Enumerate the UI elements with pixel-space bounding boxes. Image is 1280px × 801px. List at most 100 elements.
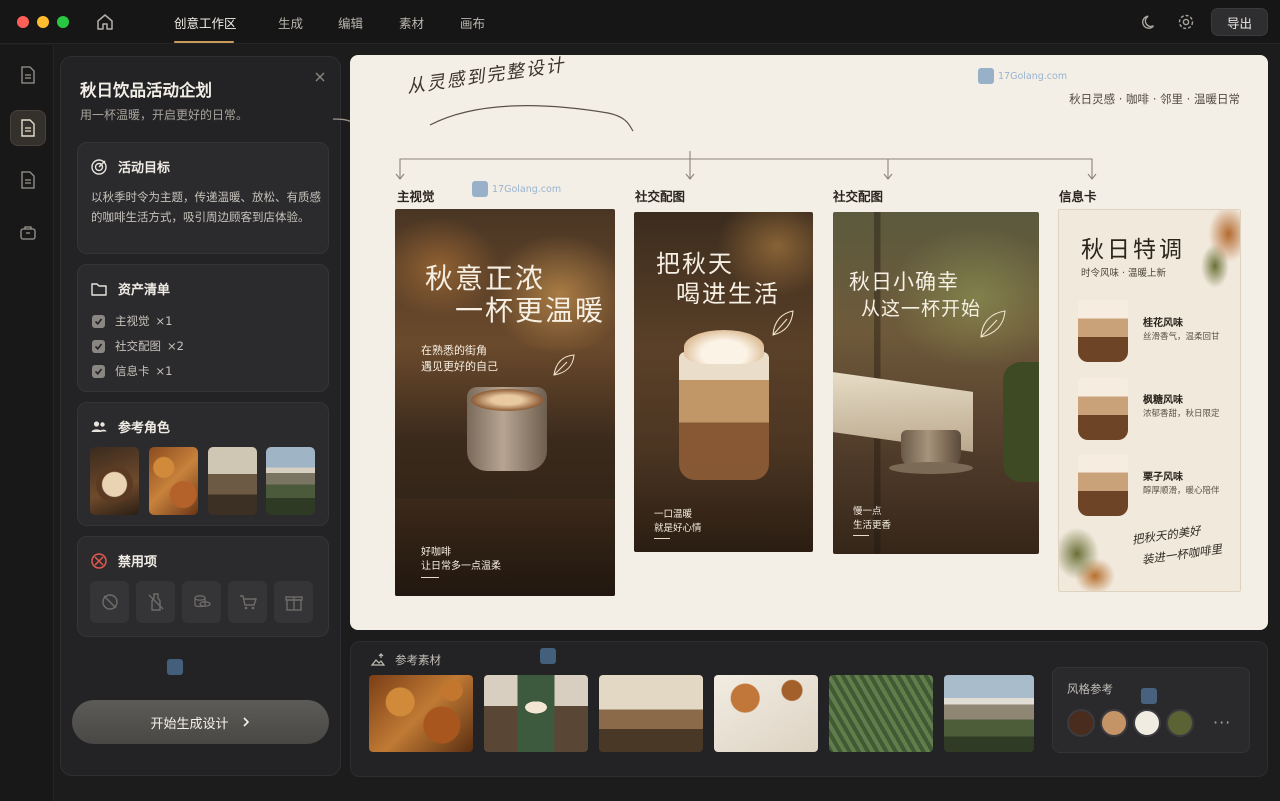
start-generate-label: 开始生成设计 [150, 716, 229, 732]
reference-image-cafe-interior[interactable] [208, 447, 257, 515]
rail-document-icon[interactable] [10, 57, 46, 93]
divider [853, 535, 869, 536]
goal-heading-label: 活动目标 [118, 161, 171, 176]
asset-item[interactable]: 社交配图 ×2 [92, 338, 184, 354]
poster3-foot1: 慢一点 [853, 506, 882, 517]
poster1-sub2: 遇见更好的自己 [421, 360, 498, 373]
poster-social-1[interactable]: 把秋天 喝进生活 一口温暖 就是好心情 [634, 212, 813, 552]
divider [421, 577, 439, 578]
brief-title: 秋日饮品活动企划 [80, 81, 212, 100]
window-close-button[interactable] [17, 16, 29, 28]
rail-notes-icon[interactable] [10, 162, 46, 198]
poster2-headline2: 喝进生活 [676, 280, 780, 308]
color-swatch-caramel[interactable] [1100, 709, 1128, 737]
banned-coins-icon[interactable] [182, 581, 221, 623]
poster2-foot1: 一口温暖 [654, 509, 693, 520]
banned-heading-label: 禁用项 [118, 555, 158, 570]
column-label-key-visual: 主视觉 [397, 189, 435, 204]
export-button[interactable]: 导出 [1211, 8, 1268, 36]
tab-canvas[interactable]: 画布 [460, 13, 485, 43]
watermark-text: 17Golang.com [998, 70, 1068, 82]
reference-thumb-cafe[interactable] [599, 675, 703, 752]
reference-image-leaves[interactable] [149, 447, 198, 515]
tab-creative-workspace[interactable]: 创意工作区 [174, 13, 237, 43]
leaves-corner-image [1197, 210, 1240, 290]
plant-image [1003, 362, 1039, 482]
leaf-icon [772, 310, 794, 336]
infocard-title: 秋日特调 [1081, 237, 1185, 263]
banned-gift-icon[interactable] [274, 581, 313, 623]
saucer-image [889, 462, 973, 474]
goal-text: 以秋季时令为主题，传递温暖、放松、有质感的咖啡生活方式，吸引周边顾客到店体验。 [91, 190, 321, 224]
reference-assets-title: 参考素材 [395, 653, 441, 667]
color-swatch-brown[interactable] [1067, 709, 1095, 737]
asset-item[interactable]: 信息卡 ×1 [92, 363, 172, 379]
leaf-icon [980, 310, 1006, 338]
divider [654, 538, 670, 539]
reference-thumb-green-mug[interactable] [484, 675, 588, 752]
poster-key-visual[interactable]: 秋意正浓 一杯更温暖 在熟悉的街角 遇见更好的自己 好咖啡 让日常多一点温柔 [395, 209, 615, 596]
color-swatch-cream[interactable] [1133, 709, 1161, 737]
banned-heading: 禁用项 [90, 551, 157, 570]
design-canvas[interactable]: 从灵感到完整设计 17Golang.com 秋日灵感 · 咖啡 · 邻里 · 温… [350, 55, 1268, 630]
reference-image-mountains[interactable] [266, 447, 315, 515]
drink-name: 枫糖风味 [1143, 395, 1183, 406]
tab-edit[interactable]: 编辑 [338, 13, 363, 43]
coffee-foam-image [471, 389, 543, 411]
watermark-logo [1141, 688, 1157, 704]
leaves-bottom-image [1059, 528, 1119, 591]
asset-item-count: ×2 [167, 339, 184, 353]
rail-brief-icon[interactable] [10, 110, 46, 146]
dark-mode-icon[interactable] [1140, 12, 1160, 32]
window-minimize-button[interactable] [37, 16, 49, 28]
banned-card: 禁用项 [77, 536, 329, 637]
rail-briefcase-icon[interactable] [10, 214, 46, 250]
infocard-subtitle: 时令风味 · 温暖上新 [1081, 268, 1167, 279]
banned-no-logo-icon[interactable] [90, 581, 129, 623]
asset-heading: 资产清单 [90, 279, 170, 298]
start-generate-button[interactable]: 开始生成设计 [72, 700, 329, 744]
poster1-sub1: 在熟悉的街角 [421, 344, 487, 357]
poster-social-2[interactable]: 秋日小确幸 从这一杯开始 慢一点 生活更香 [833, 212, 1039, 554]
tab-assets[interactable]: 素材 [399, 13, 424, 43]
canvas-tagline: 秋日灵感 · 咖啡 · 邻里 · 温暖日常 [1069, 92, 1240, 106]
poster-info-card[interactable]: 秋日特调 时令风味 · 温暖上新 桂花风味 丝滑香气，温柔回甘 枫糖风味 浓郁香… [1058, 209, 1241, 592]
banned-bottle-icon[interactable] [136, 581, 175, 623]
color-swatch-olive[interactable] [1166, 709, 1194, 737]
reference-assets-strip: 参考素材 风格参考 ··· [350, 641, 1268, 777]
prohibited-icon [91, 552, 107, 569]
checkbox-checked-icon[interactable] [92, 364, 105, 378]
drink-desc: 醇厚顺滑，暖心陪伴 [1143, 486, 1220, 496]
reference-thumb-notebook[interactable] [714, 675, 818, 752]
home-icon[interactable] [94, 11, 116, 33]
asset-item-count: ×1 [155, 314, 173, 328]
canvas-script-title: 从灵感到完整设计 [405, 55, 567, 98]
watermark-logo: 17Golang.com [978, 68, 1067, 84]
checkbox-checked-icon[interactable] [92, 314, 105, 328]
close-icon[interactable] [312, 69, 328, 85]
poster1-foot1: 好咖啡 [421, 547, 451, 558]
reference-thumb-ferns[interactable] [829, 675, 933, 752]
script-underline [429, 105, 634, 132]
title-bar: 创意工作区 生成 编辑 素材 画布 导出 [0, 0, 1280, 44]
reference-thumb-leaves[interactable] [369, 675, 473, 752]
asset-item-label: 主视觉 [115, 314, 150, 328]
banned-cart-icon[interactable] [228, 581, 267, 623]
checkbox-checked-icon[interactable] [92, 339, 105, 353]
more-options-icon[interactable]: ··· [1213, 713, 1231, 732]
asset-item-count: ×1 [155, 364, 173, 378]
style-reference-title: 风格参考 [1067, 682, 1113, 696]
drink-name: 桂花风味 [1143, 318, 1183, 329]
asset-item[interactable]: 主视觉 ×1 [92, 313, 172, 329]
reference-image-coffee[interactable] [90, 447, 139, 515]
settings-gear-icon[interactable] [1176, 12, 1196, 32]
tab-generate[interactable]: 生成 [278, 13, 303, 43]
reference-assets-heading: 参考素材 [371, 652, 441, 668]
target-icon [91, 158, 107, 175]
watermark-text: 17Golang.com [492, 183, 562, 195]
reference-thumb-mountains[interactable] [944, 675, 1034, 752]
column-label-social-2: 社交配图 [833, 189, 884, 204]
window-zoom-button[interactable] [57, 16, 69, 28]
reference-card: 参考角色 [77, 402, 329, 526]
asset-list-card: 资产清单 主视觉 ×1 社交配图 ×2 信息卡 ×1 [77, 264, 329, 392]
